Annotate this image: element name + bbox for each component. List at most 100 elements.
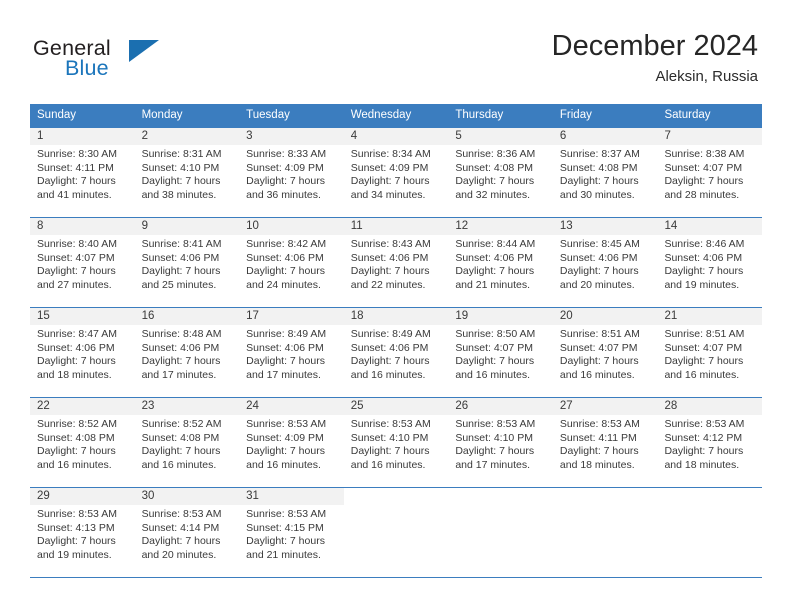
day-cell[interactable]: 13 Sunrise: 8:45 AM Sunset: 4:06 PM Dayl… (552, 218, 658, 307)
weekday-header-thursday: Thursday (455, 109, 504, 121)
day-info: Sunrise: 8:53 AM Sunset: 4:10 PM Dayligh… (448, 415, 553, 472)
day-number: 20 (552, 308, 658, 325)
sunset-text: Sunset: 4:08 PM (37, 431, 115, 444)
day-number: 16 (134, 308, 240, 325)
day-cell[interactable]: 16 Sunrise: 8:48 AM Sunset: 4:06 PM Dayl… (134, 308, 240, 397)
daylight-text-line2: and 30 minutes. (559, 188, 635, 201)
calendar-grid: Sunday Monday Tuesday Wednesday Thursday… (30, 104, 763, 578)
day-cell[interactable]: 10 Sunrise: 8:42 AM Sunset: 4:06 PM Dayl… (239, 218, 344, 307)
sunrise-text: Sunrise: 8:45 AM (559, 238, 640, 250)
sunset-text: Sunset: 4:06 PM (350, 251, 429, 264)
week-row: 1 Sunrise: 8:30 AM Sunset: 4:11 PM Dayli… (30, 128, 763, 218)
day-cell[interactable]: 6 Sunrise: 8:37 AM Sunset: 4:08 PM Dayli… (552, 128, 658, 217)
day-number: 18 (343, 308, 449, 325)
sunset-text: Sunset: 4:11 PM (559, 431, 637, 444)
day-cell[interactable]: 24 Sunrise: 8:53 AM Sunset: 4:09 PM Dayl… (239, 398, 344, 487)
day-cell[interactable]: 8 Sunrise: 8:40 AM Sunset: 4:07 PM Dayli… (30, 218, 135, 307)
day-cell[interactable]: 22 Sunrise: 8:52 AM Sunset: 4:08 PM Dayl… (30, 398, 135, 487)
day-info: Sunrise: 8:43 AM Sunset: 4:06 PM Dayligh… (344, 235, 449, 292)
daylight-text-line1: Daylight: 7 hours (664, 265, 744, 278)
day-cell[interactable]: 9 Sunrise: 8:41 AM Sunset: 4:06 PM Dayli… (134, 218, 240, 307)
day-cell[interactable]: 20 Sunrise: 8:51 AM Sunset: 4:07 PM Dayl… (552, 308, 658, 397)
sunrise-text: Sunrise: 8:46 AM (664, 238, 745, 250)
day-info: Sunrise: 8:31 AM Sunset: 4:10 PM Dayligh… (135, 145, 240, 202)
sunset-text: Sunset: 4:09 PM (246, 431, 324, 444)
day-number (657, 488, 762, 505)
daylight-text-line2: and 24 minutes. (246, 278, 321, 291)
day-cell[interactable]: 17 Sunrise: 8:49 AM Sunset: 4:06 PM Dayl… (239, 308, 344, 397)
day-cell[interactable]: 2 Sunrise: 8:31 AM Sunset: 4:10 PM Dayli… (134, 128, 240, 217)
day-info: Sunrise: 8:52 AM Sunset: 4:08 PM Dayligh… (30, 415, 135, 472)
day-number: 10 (239, 218, 344, 235)
sunset-text: Sunset: 4:06 PM (141, 341, 220, 354)
day-cell[interactable]: 29 Sunrise: 8:53 AM Sunset: 4:13 PM Dayl… (30, 488, 135, 577)
sunrise-text: Sunrise: 8:49 AM (246, 328, 327, 340)
day-number: 9 (134, 218, 240, 235)
sunset-text: Sunset: 4:09 PM (246, 161, 324, 174)
day-cell[interactable]: 3 Sunrise: 8:33 AM Sunset: 4:09 PM Dayli… (239, 128, 344, 217)
daylight-text-line1: Daylight: 7 hours (559, 445, 639, 458)
day-cell[interactable]: 27 Sunrise: 8:53 AM Sunset: 4:11 PM Dayl… (552, 398, 658, 487)
day-cell[interactable]: 31 Sunrise: 8:53 AM Sunset: 4:15 PM Dayl… (239, 488, 344, 577)
day-number: 21 (657, 308, 763, 325)
day-cell[interactable]: 5 Sunrise: 8:36 AM Sunset: 4:08 PM Dayli… (448, 128, 553, 217)
brand-logo[interactable]: General Blue (33, 36, 253, 84)
sunset-text: Sunset: 4:06 PM (350, 341, 429, 354)
day-number: 2 (134, 128, 240, 145)
day-cell[interactable]: 28 Sunrise: 8:53 AM Sunset: 4:12 PM Dayl… (657, 398, 763, 487)
sunset-text: Sunset: 4:07 PM (455, 341, 533, 354)
day-number (448, 488, 553, 505)
day-cell[interactable]: 11 Sunrise: 8:43 AM Sunset: 4:06 PM Dayl… (343, 218, 449, 307)
day-number: 24 (239, 398, 344, 415)
sunset-text: Sunset: 4:10 PM (455, 431, 533, 444)
daylight-text-line2: and 20 minutes. (141, 548, 217, 561)
day-cell[interactable]: 1 Sunrise: 8:30 AM Sunset: 4:11 PM Dayli… (30, 128, 135, 217)
day-info: Sunrise: 8:49 AM Sunset: 4:06 PM Dayligh… (239, 325, 344, 382)
sunrise-text: Sunrise: 8:52 AM (37, 418, 117, 430)
day-cell[interactable]: 23 Sunrise: 8:52 AM Sunset: 4:08 PM Dayl… (134, 398, 240, 487)
sunrise-text: Sunrise: 8:53 AM (37, 508, 117, 520)
day-cell[interactable]: 21 Sunrise: 8:51 AM Sunset: 4:07 PM Dayl… (657, 308, 763, 397)
daylight-text-line1: Daylight: 7 hours (141, 265, 221, 278)
daylight-text-line1: Daylight: 7 hours (664, 175, 744, 188)
daylight-text-line1: Daylight: 7 hours (664, 445, 744, 458)
day-cell[interactable]: 14 Sunrise: 8:46 AM Sunset: 4:06 PM Dayl… (657, 218, 763, 307)
day-cell[interactable]: 19 Sunrise: 8:50 AM Sunset: 4:07 PM Dayl… (448, 308, 553, 397)
day-cell[interactable]: 25 Sunrise: 8:53 AM Sunset: 4:10 PM Dayl… (343, 398, 449, 487)
sunset-text: Sunset: 4:06 PM (246, 251, 324, 264)
day-number: 27 (552, 398, 658, 415)
daylight-text-line2: and 18 minutes. (37, 368, 112, 381)
daylight-text-line1: Daylight: 7 hours (455, 355, 535, 368)
day-cell[interactable]: 12 Sunrise: 8:44 AM Sunset: 4:06 PM Dayl… (448, 218, 553, 307)
sunrise-text: Sunrise: 8:30 AM (37, 148, 117, 160)
day-cell[interactable]: 30 Sunrise: 8:53 AM Sunset: 4:14 PM Dayl… (134, 488, 240, 577)
sunset-text: Sunset: 4:10 PM (141, 161, 220, 174)
daylight-text-line1: Daylight: 7 hours (141, 175, 221, 188)
day-info: Sunrise: 8:47 AM Sunset: 4:06 PM Dayligh… (30, 325, 135, 382)
sunset-text: Sunset: 4:07 PM (559, 341, 638, 354)
day-number: 12 (448, 218, 553, 235)
day-info: Sunrise: 8:49 AM Sunset: 4:06 PM Dayligh… (344, 325, 449, 382)
day-number: 19 (448, 308, 553, 325)
daylight-text-line1: Daylight: 7 hours (37, 445, 116, 458)
day-number: 7 (657, 128, 763, 145)
daylight-text-line1: Daylight: 7 hours (350, 445, 430, 458)
day-cell[interactable]: 18 Sunrise: 8:49 AM Sunset: 4:06 PM Dayl… (343, 308, 449, 397)
day-cell[interactable]: 7 Sunrise: 8:38 AM Sunset: 4:07 PM Dayli… (657, 128, 763, 217)
sunset-text: Sunset: 4:06 PM (246, 341, 324, 354)
day-cell[interactable]: 15 Sunrise: 8:47 AM Sunset: 4:06 PM Dayl… (30, 308, 135, 397)
daylight-text-line1: Daylight: 7 hours (455, 265, 535, 278)
day-cell[interactable]: 26 Sunrise: 8:53 AM Sunset: 4:10 PM Dayl… (448, 398, 553, 487)
week-row: 29 Sunrise: 8:53 AM Sunset: 4:13 PM Dayl… (30, 488, 762, 578)
day-number: 1 (30, 128, 135, 145)
day-info: Sunrise: 8:53 AM Sunset: 4:14 PM Dayligh… (135, 505, 240, 562)
day-number: 5 (448, 128, 553, 145)
sunset-text: Sunset: 4:07 PM (664, 341, 743, 354)
day-cell-empty (657, 488, 762, 577)
day-cell[interactable]: 4 Sunrise: 8:34 AM Sunset: 4:09 PM Dayli… (343, 128, 449, 217)
day-number: 3 (239, 128, 344, 145)
day-info: Sunrise: 8:36 AM Sunset: 4:08 PM Dayligh… (448, 145, 553, 202)
day-info: Sunrise: 8:53 AM Sunset: 4:15 PM Dayligh… (239, 505, 344, 562)
triangle-logo-icon (129, 40, 159, 62)
sunrise-text: Sunrise: 8:40 AM (37, 238, 117, 250)
